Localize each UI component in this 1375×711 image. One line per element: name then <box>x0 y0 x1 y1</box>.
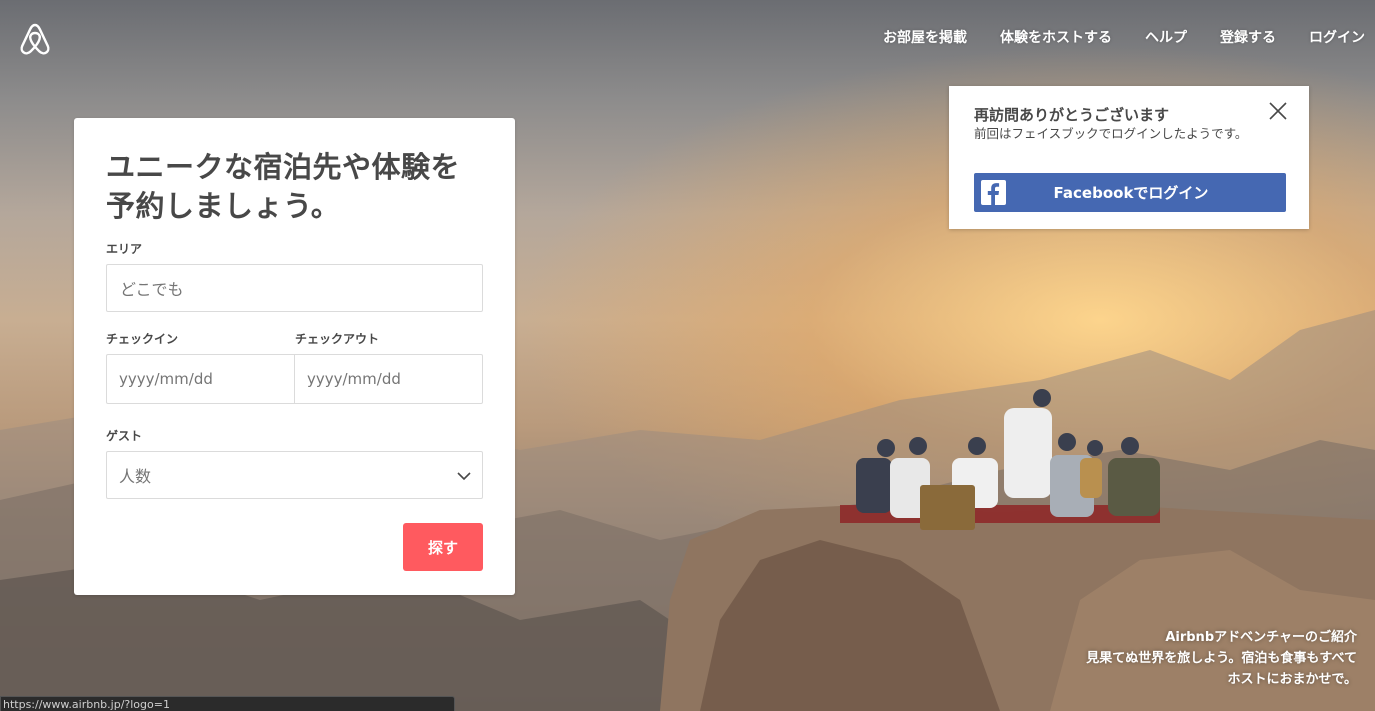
nav-help[interactable]: ヘルプ <box>1112 29 1187 47</box>
welcome-title: 再訪問ありがとうございます <box>974 106 1170 124</box>
browser-status-bar: https://www.airbnb.jp/?logo=1 <box>0 696 455 711</box>
close-icon[interactable] <box>1267 100 1289 122</box>
top-navigation: お部屋を掲載 体験をホストする ヘルプ 登録する ログイン <box>850 29 1365 47</box>
guests-value: 人数 <box>119 467 152 486</box>
checkin-placeholder: yyyy/mm/dd <box>119 370 213 388</box>
checkin-input[interactable]: yyyy/mm/dd <box>107 355 294 403</box>
facebook-icon <box>981 180 1006 205</box>
search-heading: ユニークな宿泊先や体験を予約しましょう。 <box>106 150 461 223</box>
where-label: エリア <box>106 242 143 256</box>
checkin-label: チェックイン <box>106 332 179 346</box>
search-card: ユニークな宿泊先や体験を予約しましょう。 エリア どこでも チェックイン チェッ… <box>74 118 515 595</box>
facebook-login-button[interactable]: Facebookでログイン <box>974 173 1286 212</box>
welcome-message: 前回はフェイスブックでログインしたようです。 <box>974 126 1248 141</box>
where-input[interactable]: どこでも <box>106 264 483 312</box>
search-button[interactable]: 探す <box>403 523 483 571</box>
checkout-input[interactable]: yyyy/mm/dd <box>294 355 482 403</box>
guests-label: ゲスト <box>106 429 143 443</box>
adventure-caption[interactable]: Airbnbアドベンチャーのご紹介 見果てぬ世界を旅しよう。宿泊も食事もすべて … <box>1086 627 1357 690</box>
nav-login[interactable]: ログイン <box>1276 29 1365 47</box>
checkout-placeholder: yyyy/mm/dd <box>307 370 401 388</box>
caption-line-3: ホストにおまかせで。 <box>1227 672 1357 687</box>
caption-line-2: 見果てぬ世界を旅しよう。宿泊も食事もすべて <box>1086 651 1357 666</box>
date-range-picker: yyyy/mm/dd yyyy/mm/dd <box>106 354 483 404</box>
nav-host-experience[interactable]: 体験をホストする <box>967 29 1112 47</box>
welcome-back-popup: 再訪問ありがとうございます 前回はフェイスブックでログインしたようです。 Fac… <box>949 86 1309 229</box>
facebook-login-label: Facebookでログイン <box>1053 184 1209 202</box>
where-placeholder: どこでも <box>120 280 184 299</box>
chevron-down-icon <box>457 466 471 485</box>
guests-select[interactable]: 人数 <box>106 451 483 499</box>
airbnb-logo-icon[interactable] <box>19 22 51 56</box>
nav-host-listing[interactable]: お部屋を掲載 <box>850 29 967 47</box>
caption-title: Airbnbアドベンチャーのご紹介 <box>1165 630 1357 645</box>
checkout-label: チェックアウト <box>295 332 380 346</box>
nav-signup[interactable]: 登録する <box>1187 29 1276 47</box>
